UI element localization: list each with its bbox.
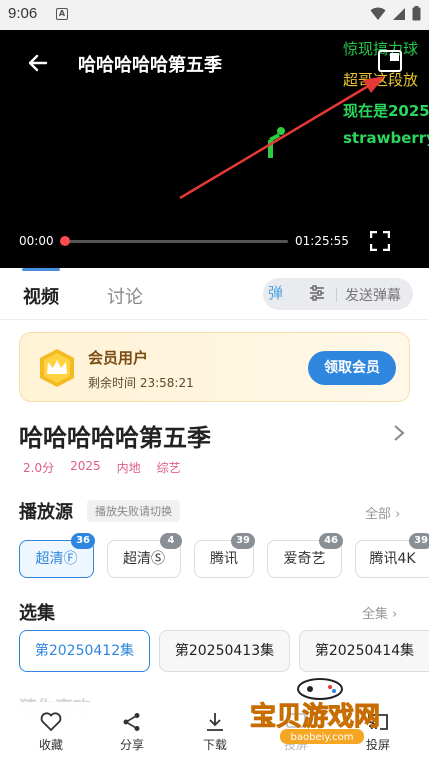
tag-year: 2025 [70,459,101,473]
show-title: 哈哈哈哈哈第五季 [19,424,211,452]
source-count-badge: 39 [231,533,255,549]
episodes-more-label: 全集 [362,607,389,622]
share-label: 分享 [119,738,144,752]
share-icon [123,713,140,731]
sources-more-label: 全部 [365,507,392,522]
claim-vip-button[interactable]: 领取会员 [308,351,396,385]
source-chip-label: 爱奇艺 [283,551,326,567]
source-chip[interactable]: 腾讯4K 39 [355,533,429,578]
status-bar: 9:06 A [0,0,429,30]
episode-chip[interactable]: 第20250412集 [19,630,150,672]
source-chip[interactable]: 爱奇艺 46 [267,533,343,578]
share-button[interactable]: 分享 [102,712,162,753]
tag-genre: 综艺 [156,461,181,475]
annotation-arrow [179,76,385,200]
heart-icon [40,712,62,732]
progress-track[interactable] [64,240,288,243]
divider [336,288,337,302]
show-tags: 2.0分 2025 内地 综艺 [23,459,181,476]
source-count-badge: 4 [160,533,182,549]
episode-chip[interactable]: 第20250413集 [159,630,290,672]
sources-more-link[interactable]: 全部 › [365,503,400,522]
crown-icon [40,349,74,387]
site-watermark-logo: 宝贝游戏网 baobeiy.com [250,678,381,744]
duration: 01:25:55 [295,234,349,248]
source-chip[interactable]: 超清Ⓕ 36 [19,533,95,578]
download-button[interactable]: 下载 [185,712,245,753]
chevron-right-icon[interactable] [392,424,406,442]
watermark-text: 宝贝游戏网 [250,701,380,732]
tab-video[interactable]: 视频 [23,283,59,309]
battery-icon [412,6,421,21]
fullscreen-icon[interactable] [370,231,390,251]
send-danmaku-button[interactable]: 发送弹幕 [345,285,401,305]
episode-chip[interactable]: 第20250414集 [299,630,429,672]
source-chip-label: 超清Ⓢ [123,551,165,567]
progress-thumb[interactable] [60,236,70,246]
tab-indicator [22,268,60,271]
favorite-label: 收藏 [38,738,63,752]
danmaku-toggle[interactable]: 弹 [268,282,283,303]
vip-title: 会员用户 [88,349,149,367]
watermark-url: baobeiy.com [291,732,354,743]
download-icon [207,713,223,731]
source-chip-label: 腾讯 [210,551,238,567]
episodes-section-title: 选集 [19,603,55,624]
source-count-badge: 46 [319,533,343,549]
vip-remaining-time: 剩余时间 23:58:21 [88,376,194,390]
status-icons [370,6,421,21]
wifi-icon [370,7,386,20]
tag-rating: 2.0分 [23,461,55,475]
current-time: 00:00 [19,234,54,248]
source-count-badge: 39 [409,533,429,549]
source-chip[interactable]: 腾讯 39 [194,533,255,578]
source-count-badge: 36 [71,533,95,549]
tab-discussion[interactable]: 讨论 [107,283,143,309]
episodes-more-link[interactable]: 全集 › [362,603,397,622]
source-chip[interactable]: 超清Ⓢ 4 [107,533,182,578]
favorite-button[interactable]: 收藏 [21,712,81,753]
source-chip-label: 腾讯4K [369,551,416,567]
video-player[interactable]: 哈哈哈哈哈第五季 惊现搞力球 超哥这段放 现在是2025 strawberry … [0,30,429,268]
vip-banner: 会员用户 剩余时间 23:58:21 领取会员 [19,332,410,402]
notification-icon: A [56,8,68,20]
download-label: 下载 [202,738,227,752]
source-chip-label: 超清Ⓕ [35,551,78,567]
status-time: 9:06 [8,5,38,22]
tag-region: 内地 [116,461,141,475]
tab-bar: 视频 讨论 弹 发送弹幕 [0,268,429,320]
source-hint: 播放失败请切换 [87,500,180,522]
danmaku-settings-icon[interactable] [308,284,326,302]
signal-icon [393,7,405,20]
source-section-title: 播放源 [19,502,73,523]
